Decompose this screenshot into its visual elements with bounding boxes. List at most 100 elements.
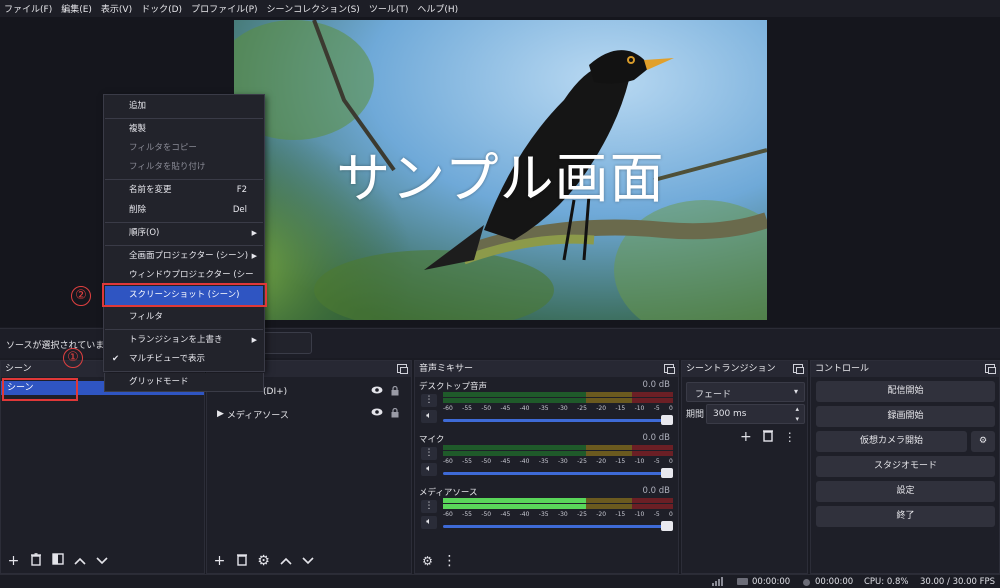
meter-tick-label: -25 (577, 511, 587, 518)
channel-db: 0.0 dB (642, 486, 670, 496)
menu-edit[interactable]: 編集(E) (61, 2, 92, 15)
speaker-icon[interactable]: 🔈︎ (421, 463, 437, 476)
channel-db: 0.0 dB (642, 433, 670, 443)
meter-tick-label: -25 (577, 405, 587, 412)
plus-icon[interactable]: + (740, 429, 752, 445)
trash-icon[interactable] (233, 553, 250, 570)
audio-mixer-title: 音声ミキサー (415, 361, 678, 377)
menu-item-add[interactable]: 追加 (105, 97, 263, 116)
menu-item-transition-override[interactable]: トランジションを上書き ▶ (105, 331, 263, 350)
float-icon[interactable] (664, 364, 675, 374)
trash-icon[interactable] (762, 429, 774, 445)
start-streaming-button[interactable]: 配信開始 (816, 381, 995, 402)
menu-item-filters[interactable]: フィルタ (105, 308, 263, 327)
meter-tick-label: -35 (538, 511, 549, 518)
submenu-arrow-icon: ▶ (251, 336, 257, 344)
menu-item-delete[interactable]: 削除 Del (105, 201, 263, 220)
menu-file[interactable]: ファイル(F) (4, 2, 52, 15)
transitions-toolbar: + ⋮ (740, 429, 796, 445)
chevron-down-icon[interactable] (93, 553, 110, 570)
eye-icon[interactable] (371, 408, 383, 421)
meter-tick-label: -20 (596, 458, 607, 465)
channel-db: 0.0 dB (642, 380, 670, 390)
speaker-icon[interactable]: 🔈︎ (421, 410, 437, 423)
speaker-icon[interactable]: 🔈︎ (421, 516, 437, 529)
menu-profile[interactable]: プロファイル(P) (191, 2, 257, 15)
menubar: ファイル(F) 編集(E) 表示(V) ドック(D) プロファイル(P) シーン… (0, 0, 1000, 17)
sources-toolbar: + ⚙ (211, 553, 316, 570)
stream-time: 00:00:00 (752, 577, 791, 587)
meter-tick-label: -30 (557, 511, 568, 518)
kebab-icon[interactable]: ⋮ (421, 500, 437, 513)
source-item[interactable]: ▶ メディアソース (207, 403, 411, 425)
kebab-icon[interactable]: ⋮ (421, 394, 437, 407)
float-icon[interactable] (793, 364, 804, 374)
gear-icon[interactable]: ⚙ (255, 553, 272, 570)
channel-name: メディアソース (419, 488, 478, 498)
menu-item-duplicate[interactable]: 複製 (105, 120, 263, 139)
meter-tick-label: -10 (634, 405, 645, 412)
spin-arrows-icon[interactable]: ▴ ▾ (795, 404, 799, 424)
start-virtual-camera-button[interactable]: 仮想カメラ開始 (816, 431, 967, 452)
meter-tick-label: -40 (519, 511, 530, 518)
filter-icon[interactable] (49, 553, 66, 570)
meter-tick-label: -5 (653, 458, 660, 465)
kebab-icon[interactable]: ⋮ (441, 553, 458, 570)
scene-transitions-dock: シーントランジション フェード ▾ 期間 300 ms ▴ ▾ + ⋮ (681, 360, 808, 574)
submenu-arrow-icon: ▶ (251, 229, 257, 237)
check-icon: ✔ (112, 354, 120, 364)
gear-icon[interactable]: ⚙ (971, 431, 995, 452)
float-icon[interactable] (985, 364, 996, 374)
menu-help[interactable]: ヘルプ(H) (417, 2, 458, 15)
volume-slider-handle[interactable] (661, 468, 673, 478)
menu-tools[interactable]: ツール(T) (369, 2, 409, 15)
trash-icon[interactable] (27, 553, 44, 570)
preview-canvas[interactable]: サンプル画面 (234, 20, 767, 320)
annotation-number-1: ① (63, 348, 83, 368)
gear-icon[interactable]: ⚙ (419, 553, 436, 570)
menu-item-order[interactable]: 順序(O) ▶ (105, 224, 263, 243)
annotation-box-scene (2, 378, 78, 401)
plus-icon[interactable]: + (211, 553, 228, 570)
menu-item-show-in-multiview[interactable]: ✔ マルチビューで表示 (105, 350, 263, 369)
meter-tick-label: -35 (538, 405, 549, 412)
chevron-down-icon[interactable] (299, 553, 316, 570)
plus-icon[interactable]: + (5, 553, 22, 570)
meter-tick-label: -30 (557, 405, 568, 412)
menu-item-fullscreen-projector[interactable]: 全画面プロジェクター (シーン) ▶ (105, 247, 263, 266)
sources-dock: (DI+) ▶ メディアソース + ⚙ (206, 360, 412, 574)
kebab-icon[interactable]: ⋮ (784, 430, 796, 444)
exit-button[interactable]: 終了 (816, 506, 995, 527)
volume-slider[interactable] (443, 521, 673, 531)
eye-icon[interactable] (371, 386, 383, 399)
menu-item-rename[interactable]: 名前を変更 F2 (105, 181, 263, 200)
chevron-up-icon[interactable] (277, 553, 294, 570)
kebab-icon[interactable]: ⋮ (421, 447, 437, 460)
duration-spinbox[interactable]: 300 ms ▴ ▾ (706, 404, 805, 424)
bottom-status-bar: 00:00:00 00:00:00 CPU: 0.8% 30.00 / 30.0… (0, 574, 1000, 588)
mixer-channel: デスクトップ音声 0.0 dB ⋮ 🔈︎ -60 -55 -50 -45 -40 -35 -30 -2… (415, 377, 678, 430)
lock-icon[interactable] (391, 407, 399, 421)
meter-tick-label: -45 (500, 405, 511, 412)
lock-icon[interactable] (391, 385, 399, 399)
meter-tick-label: -10 (634, 458, 645, 465)
volume-slider[interactable] (443, 468, 673, 478)
volume-meter (443, 392, 673, 403)
menu-view[interactable]: 表示(V) (101, 2, 132, 15)
volume-slider[interactable] (443, 415, 673, 425)
meter-tick-label: -15 (615, 511, 626, 518)
start-recording-button[interactable]: 録画開始 (816, 406, 995, 427)
meter-tick-label: -30 (557, 458, 568, 465)
studio-mode-button[interactable]: スタジオモード (816, 456, 995, 477)
float-icon[interactable] (397, 364, 408, 374)
settings-button[interactable]: 設定 (816, 481, 995, 502)
menu-item-grid-mode[interactable]: グリッドモード (104, 373, 264, 392)
volume-slider-handle[interactable] (661, 521, 673, 531)
meter-tick-label: 0 (669, 511, 673, 518)
menu-dock[interactable]: ドック(D) (141, 2, 182, 15)
media-source-icon: ▶ (217, 409, 224, 419)
transition-select[interactable]: フェード ▾ (686, 382, 805, 402)
chevron-up-icon[interactable] (71, 553, 88, 570)
volume-slider-handle[interactable] (661, 415, 673, 425)
menu-scene-collection[interactable]: シーンコレクション(S) (267, 2, 360, 15)
